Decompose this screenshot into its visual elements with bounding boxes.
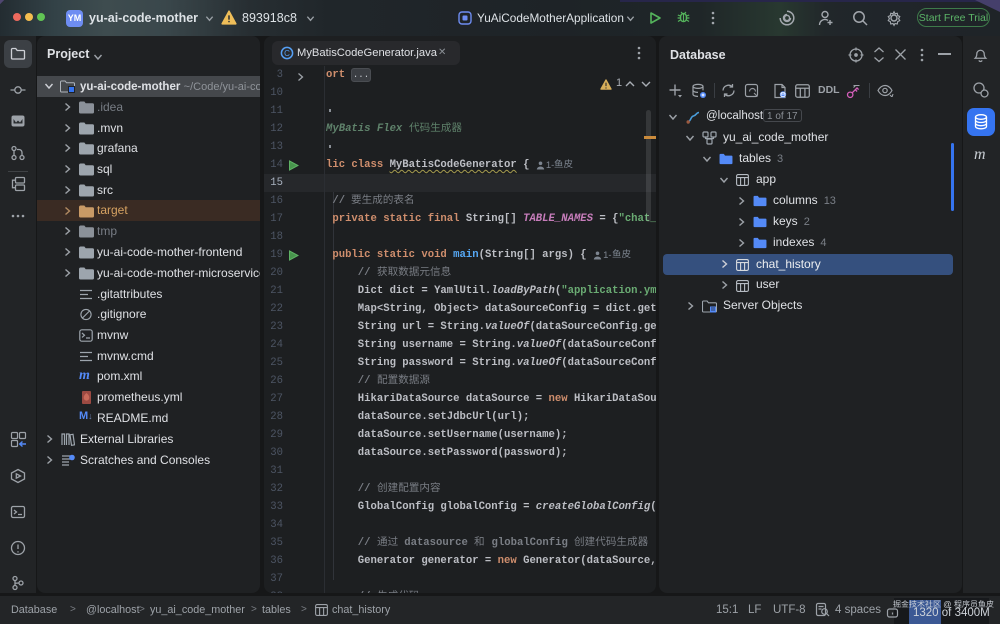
svg-text:C: C [284, 49, 290, 58]
